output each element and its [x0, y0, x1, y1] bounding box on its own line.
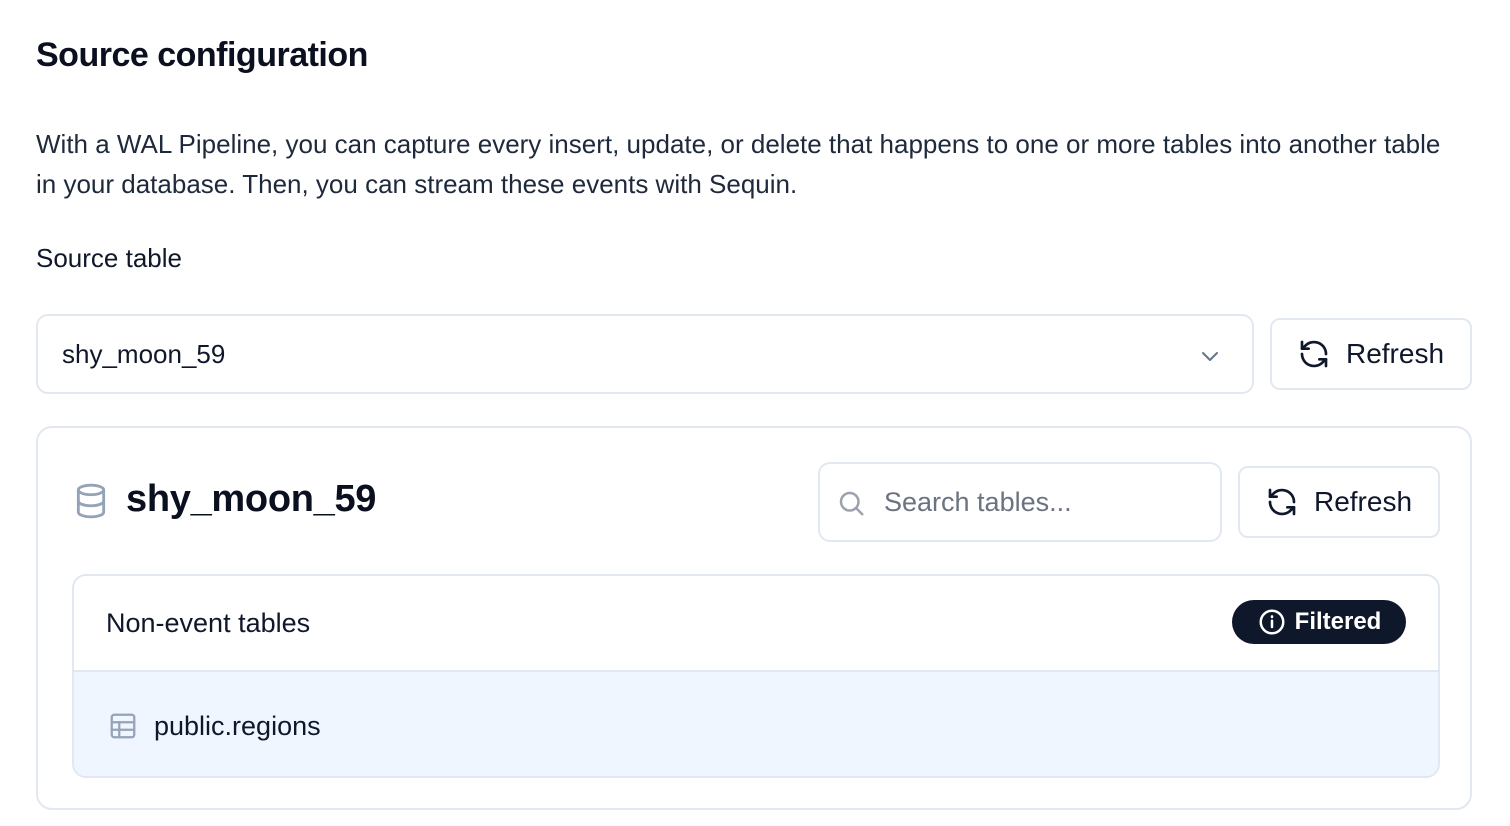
refresh-button-label: Refresh: [1345, 338, 1445, 369]
section-header: Non-event tables Filtered: [74, 576, 1438, 672]
section-title: Non-event tables: [106, 608, 311, 638]
database-card: shy_moon_59 Refresh Non-event tables: [36, 426, 1472, 810]
search-tables-field[interactable]: [818, 462, 1222, 542]
page-title: Source configuration: [36, 36, 368, 74]
refresh-tables-button-label: Refresh: [1313, 486, 1413, 517]
chevron-down-icon: [1202, 352, 1218, 361]
table-icon: [110, 713, 136, 739]
refresh-icon: [1268, 488, 1296, 516]
page-description: With a WAL Pipeline, you can capture eve…: [36, 129, 1441, 199]
search-tables-input[interactable]: [884, 486, 1204, 518]
refresh-tables-button[interactable]: Refresh: [1238, 466, 1440, 538]
table-row[interactable]: public.regions: [74, 672, 1438, 776]
refresh-icon: [1300, 340, 1328, 368]
search-icon: [839, 491, 864, 516]
source-table-select[interactable]: shy_moon_59: [36, 314, 1254, 394]
refresh-databases-button[interactable]: Refresh: [1270, 318, 1472, 390]
database-icon: [76, 483, 106, 519]
non-event-tables-section: Non-event tables Filtered public.regions: [72, 574, 1440, 778]
source-table-label: Source table: [36, 243, 182, 273]
filtered-badge[interactable]: Filtered: [1232, 600, 1406, 644]
table-name: public.regions: [154, 710, 321, 741]
filtered-badge-label: Filtered: [1294, 608, 1382, 635]
database-name: shy_moon_59: [126, 478, 377, 520]
source-configuration-page: Source configuration With a WAL Pipeline…: [0, 0, 1510, 826]
info-icon: [1259, 609, 1285, 635]
source-table-selected-value: shy_moon_59: [62, 338, 226, 369]
